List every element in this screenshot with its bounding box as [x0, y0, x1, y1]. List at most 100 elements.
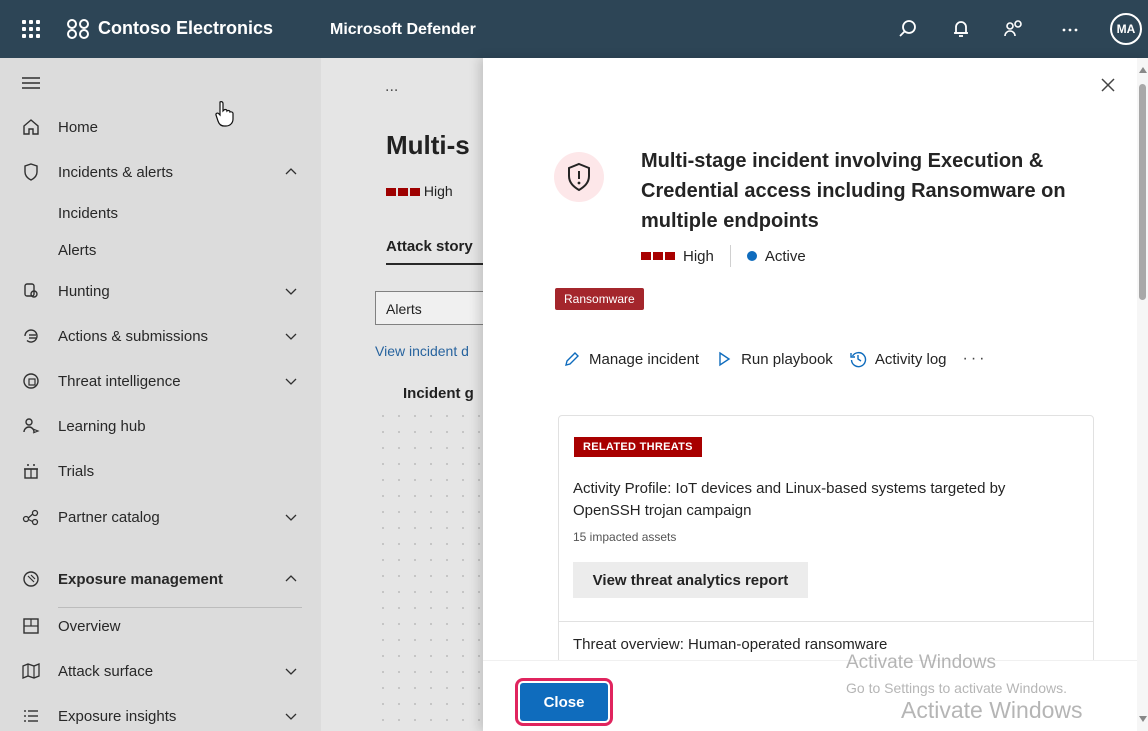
scroll-thumb[interactable] — [1139, 84, 1146, 300]
hamburger-icon[interactable] — [22, 76, 40, 90]
sidebar-item-label: Partner catalog — [58, 508, 160, 526]
actions-icon — [24, 329, 38, 343]
page-title: Multi-s — [386, 130, 470, 160]
more-icon[interactable] — [1059, 18, 1081, 40]
view-incident-link[interactable]: View incident d — [375, 343, 469, 359]
app-launcher-icon[interactable] — [20, 18, 42, 40]
learning-icon — [23, 418, 40, 434]
incident-page: ... Multi-s High Attack story Alerts Vie… — [321, 58, 483, 731]
play-icon — [719, 351, 731, 367]
search-icon[interactable] — [897, 18, 919, 40]
alert-shield-icon — [568, 162, 590, 192]
severity-bars-icon — [641, 252, 675, 260]
card-divider — [559, 621, 1093, 622]
insights-icon — [24, 710, 38, 722]
meta-divider — [729, 245, 731, 267]
incident-icon — [554, 152, 604, 202]
more-actions-button[interactable]: ··· — [963, 350, 988, 368]
chevron-down-icon — [285, 668, 297, 675]
severity-indicator: High — [386, 183, 453, 199]
top-bar: Contoso Electronics Microsoft Defender M… — [0, 0, 1148, 58]
activation-watermark-hint: Go to Settings to activate Windows. — [846, 680, 1067, 696]
sidebar-item-home[interactable]: Home — [0, 109, 321, 145]
manage-incident-button[interactable]: Manage incident — [563, 350, 699, 368]
sidebar-item-label: Home — [58, 118, 99, 136]
action-bar: Manage incident Run playbook Activity lo… — [563, 350, 988, 368]
sidebar-item-trials[interactable]: Trials — [0, 453, 321, 489]
incident-graph-title: Incident g — [403, 385, 474, 402]
close-icon[interactable] — [1097, 74, 1119, 96]
sidebar-item-exposure-insights[interactable]: Exposure insights — [0, 698, 321, 731]
activation-watermark: Activate Windows — [846, 652, 996, 673]
sidebar-item-partner-catalog[interactable]: Partner catalog — [0, 499, 321, 535]
map-icon — [22, 663, 40, 679]
activation-watermark: Activate Windows — [901, 697, 1083, 723]
activity-log-button[interactable]: Activity log — [849, 350, 947, 368]
sidebar-item-overview[interactable]: Overview — [0, 608, 321, 644]
sidebar-item-incidents-alerts[interactable]: Incidents & alerts — [0, 154, 321, 190]
alerts-filter[interactable]: Alerts — [375, 291, 483, 325]
chevron-down-icon — [285, 333, 297, 340]
history-icon — [850, 351, 866, 368]
org-logo-icon — [67, 19, 89, 39]
shield-icon — [24, 163, 38, 181]
sidebar-item-actions-submissions[interactable]: Actions & submissions — [0, 318, 321, 354]
scroll-down-icon[interactable] — [1139, 716, 1147, 722]
sidebar-item-learning-hub[interactable]: Learning hub — [0, 408, 321, 444]
home-icon — [23, 119, 39, 135]
incident-details-panel: Multi-stage incident involving Execution… — [483, 58, 1148, 731]
status-label: Active — [764, 247, 806, 265]
sidebar-item-label: Trials — [58, 462, 95, 480]
sidebar-item-hunting[interactable]: Hunting — [0, 273, 321, 309]
incident-graph-canvas[interactable] — [375, 408, 483, 731]
chevron-up-icon — [285, 168, 297, 175]
partner-icon — [22, 509, 39, 526]
scroll-up-icon[interactable] — [1139, 67, 1147, 73]
sidebar-item-alerts[interactable]: Alerts — [0, 232, 321, 268]
sidebar-item-label: Attack surface — [58, 662, 154, 680]
severity-bars-icon — [386, 188, 420, 196]
pencil-icon — [565, 352, 579, 366]
chevron-down-icon — [285, 713, 297, 720]
ransomware-tag[interactable]: Ransomware — [555, 288, 644, 310]
chevron-down-icon — [285, 378, 297, 385]
hand-cursor-icon — [215, 101, 234, 127]
exposure-icon — [23, 571, 39, 587]
sidebar-item-label: Learning hub — [58, 417, 146, 435]
sidebar-item-incidents[interactable]: Incidents — [0, 195, 321, 231]
sidebar-item-label: Alerts — [58, 241, 97, 259]
hunting-icon — [24, 283, 38, 298]
sidebar-item-label: Exposure management — [58, 570, 224, 588]
trials-icon — [24, 464, 38, 479]
related-threats-badge: RELATED THREATS — [574, 437, 702, 457]
incident-meta: High Active — [641, 245, 806, 267]
view-threat-report-button[interactable]: View threat analytics report — [573, 562, 808, 598]
sidebar: Home Incidents & alerts Incidents Alerts… — [0, 58, 321, 731]
severity-label: High — [683, 247, 714, 265]
chevron-down-icon — [285, 514, 297, 521]
threat-intel-icon — [23, 373, 39, 389]
app-name[interactable]: Microsoft Defender — [330, 21, 476, 39]
chevron-up-icon — [285, 575, 297, 582]
tab-underline — [386, 263, 483, 265]
sidebar-item-exposure-management[interactable]: Exposure management — [0, 561, 321, 597]
chevron-down-icon — [285, 288, 297, 295]
notification-bell-icon[interactable] — [950, 18, 972, 40]
run-playbook-button[interactable]: Run playbook — [715, 350, 833, 368]
tab-attack-story[interactable]: Attack story — [386, 238, 473, 255]
sidebar-item-threat-intelligence[interactable]: Threat intelligence — [0, 363, 321, 399]
org-name[interactable]: Contoso Electronics — [98, 18, 273, 39]
sidebar-item-label: Actions & submissions — [58, 327, 209, 345]
threat-overview[interactable]: Threat overview: Human-operated ransomwa… — [573, 636, 887, 653]
sidebar-item-label: Overview — [58, 617, 121, 635]
avatar[interactable]: MA — [1110, 13, 1142, 45]
sidebar-item-label: Incidents & alerts — [58, 163, 174, 181]
impacted-assets: 15 impacted assets — [573, 530, 677, 544]
threat-title[interactable]: Activity Profile: IoT devices and Linux-… — [573, 478, 1063, 522]
share-icon[interactable] — [1003, 18, 1025, 40]
close-button[interactable]: Close — [515, 678, 613, 726]
breadcrumb-more[interactable]: ... — [385, 78, 398, 96]
panel-scrollbar[interactable] — [1137, 58, 1148, 731]
sidebar-item-attack-surface[interactable]: Attack surface — [0, 653, 321, 689]
sidebar-item-label: Hunting — [58, 282, 110, 300]
